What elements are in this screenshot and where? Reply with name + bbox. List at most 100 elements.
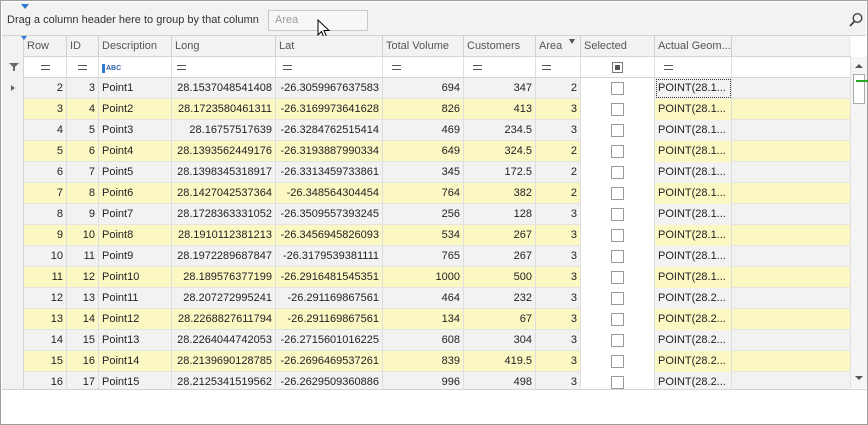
cell-actual-geom[interactable]: POINT(28.1...	[655, 99, 732, 120]
cell-description[interactable]: Point2	[99, 99, 172, 120]
cell-long[interactable]: 28.1972289687847	[172, 246, 276, 267]
cell-id[interactable]: 5	[67, 120, 99, 141]
cell-area[interactable]: 2	[536, 78, 581, 99]
cell-area[interactable]: 3	[536, 330, 581, 351]
cell-customers[interactable]: 347	[464, 78, 536, 99]
cell-lat[interactable]: -26.291169867561	[276, 309, 383, 330]
cell-actual-geom[interactable]: POINT(28.2...	[655, 372, 732, 389]
row-indicator[interactable]	[2, 267, 24, 288]
table-row[interactable]: 8 9 Point7 28.1728363331052 -26.350955739324…	[2, 204, 851, 225]
cell-area[interactable]: 3	[536, 372, 581, 389]
cell-actual-geom[interactable]: POINT(28.1...	[655, 141, 732, 162]
cell-row[interactable]: 3	[24, 99, 67, 120]
cell-long[interactable]: 28.207272995241	[172, 288, 276, 309]
cell-selected[interactable]	[581, 372, 655, 389]
table-row[interactable]: 4 5 Point3 28.16757517639 -26.3284762515414 4…	[2, 120, 851, 141]
cell-row[interactable]: 8	[24, 204, 67, 225]
cell-row[interactable]: 10	[24, 246, 67, 267]
cell-actual-geom[interactable]: POINT(28.2...	[655, 288, 732, 309]
column-header-actual-geom[interactable]: Actual Geom...	[655, 36, 732, 57]
scroll-up-icon[interactable]	[851, 59, 867, 75]
cell-id[interactable]: 7	[67, 162, 99, 183]
equals-filter-icon[interactable]	[473, 65, 482, 70]
cell-customers[interactable]: 324.5	[464, 141, 536, 162]
cell-area[interactable]: 3	[536, 288, 581, 309]
cell-actual-geom[interactable]: POINT(28.1...	[655, 246, 732, 267]
cell-description[interactable]: Point10	[99, 267, 172, 288]
cell-actual-geom[interactable]: POINT(28.2...	[655, 309, 732, 330]
table-row[interactable]: 5 6 Point4 28.1393562449176 -26.319388799033…	[2, 141, 851, 162]
column-header-long[interactable]: Long	[172, 36, 276, 57]
cell-total-volume[interactable]: 764	[383, 183, 464, 204]
cell-customers[interactable]: 67	[464, 309, 536, 330]
cell-description[interactable]: Point12	[99, 309, 172, 330]
cell-lat[interactable]: -26.2696469537261	[276, 351, 383, 372]
cell-row[interactable]: 4	[24, 120, 67, 141]
cell-customers[interactable]: 234.5	[464, 120, 536, 141]
cell-long[interactable]: 28.1723580461311	[172, 99, 276, 120]
cell-long[interactable]: 28.1393562449176	[172, 141, 276, 162]
cell-id[interactable]: 6	[67, 141, 99, 162]
row-selected-checkbox[interactable]	[611, 82, 624, 95]
cell-long[interactable]: 28.1398345318917	[172, 162, 276, 183]
cell-area[interactable]: 2	[536, 183, 581, 204]
cell-area[interactable]: 3	[536, 225, 581, 246]
cell-description[interactable]: Point9	[99, 246, 172, 267]
cell-row[interactable]: 13	[24, 309, 67, 330]
cell-id[interactable]: 14	[67, 309, 99, 330]
cell-description[interactable]: Point5	[99, 162, 172, 183]
cell-lat[interactable]: -26.291169867561	[276, 288, 383, 309]
cell-description[interactable]: Point3	[99, 120, 172, 141]
row-indicator[interactable]	[2, 99, 24, 120]
table-row[interactable]: 13 14 Point12 28.2268827611794 -26.291169867…	[2, 309, 851, 330]
cell-long[interactable]: 28.2139690128785	[172, 351, 276, 372]
cell-description[interactable]: Point8	[99, 225, 172, 246]
cell-id[interactable]: 12	[67, 267, 99, 288]
cell-customers[interactable]: 172.5	[464, 162, 536, 183]
cell-long[interactable]: 28.189576377199	[172, 267, 276, 288]
row-indicator[interactable]	[2, 309, 24, 330]
row-indicator[interactable]	[2, 204, 24, 225]
cell-total-volume[interactable]: 469	[383, 120, 464, 141]
cell-long[interactable]: 28.16757517639	[172, 120, 276, 141]
cell-total-volume[interactable]: 345	[383, 162, 464, 183]
cell-actual-geom[interactable]: POINT(28.1...	[655, 204, 732, 225]
cell-actual-geom[interactable]: POINT(28.1...	[655, 225, 732, 246]
cell-lat[interactable]: -26.3509557393245	[276, 204, 383, 225]
column-header-selected[interactable]: Selected	[581, 36, 655, 57]
cell-lat[interactable]: -26.3169973641628	[276, 99, 383, 120]
cell-lat[interactable]: -26.2715601016225	[276, 330, 383, 351]
row-selected-checkbox[interactable]	[611, 355, 624, 368]
row-indicator[interactable]	[2, 330, 24, 351]
cell-customers[interactable]: 382	[464, 183, 536, 204]
column-header-id[interactable]: ID	[67, 36, 99, 57]
cell-lat[interactable]: -26.3059967637583	[276, 78, 383, 99]
table-row[interactable]: 16 17 Point15 28.2125341519562 -26.262950936…	[2, 372, 851, 389]
row-selected-checkbox[interactable]	[611, 250, 624, 263]
column-header-customers[interactable]: Customers	[464, 36, 536, 57]
cell-customers[interactable]: 419.5	[464, 351, 536, 372]
cell-total-volume[interactable]: 534	[383, 225, 464, 246]
row-indicator[interactable]	[2, 183, 24, 204]
cell-row[interactable]: 14	[24, 330, 67, 351]
filter-cell-long[interactable]	[172, 57, 276, 78]
cell-customers[interactable]: 498	[464, 372, 536, 389]
search-icon[interactable]	[848, 12, 864, 28]
filter-cell-customers[interactable]	[464, 57, 536, 78]
row-selected-checkbox[interactable]	[611, 187, 624, 200]
cell-description[interactable]: Point1	[99, 78, 172, 99]
cell-total-volume[interactable]: 649	[383, 141, 464, 162]
row-indicator[interactable]	[2, 120, 24, 141]
cell-selected[interactable]	[581, 351, 655, 372]
table-row[interactable]: 6 7 Point5 28.1398345318917 -26.331345973386…	[2, 162, 851, 183]
cell-actual-geom[interactable]: POINT(28.2...	[655, 351, 732, 372]
cell-id[interactable]: 8	[67, 183, 99, 204]
cell-row[interactable]: 11	[24, 267, 67, 288]
cell-area[interactable]: 3	[536, 309, 581, 330]
cell-selected[interactable]	[581, 330, 655, 351]
row-indicator[interactable]	[2, 288, 24, 309]
cell-selected[interactable]	[581, 204, 655, 225]
cell-area[interactable]: 2	[536, 162, 581, 183]
cell-lat[interactable]: -26.348564304454	[276, 183, 383, 204]
column-header-lat[interactable]: Lat	[276, 36, 383, 57]
